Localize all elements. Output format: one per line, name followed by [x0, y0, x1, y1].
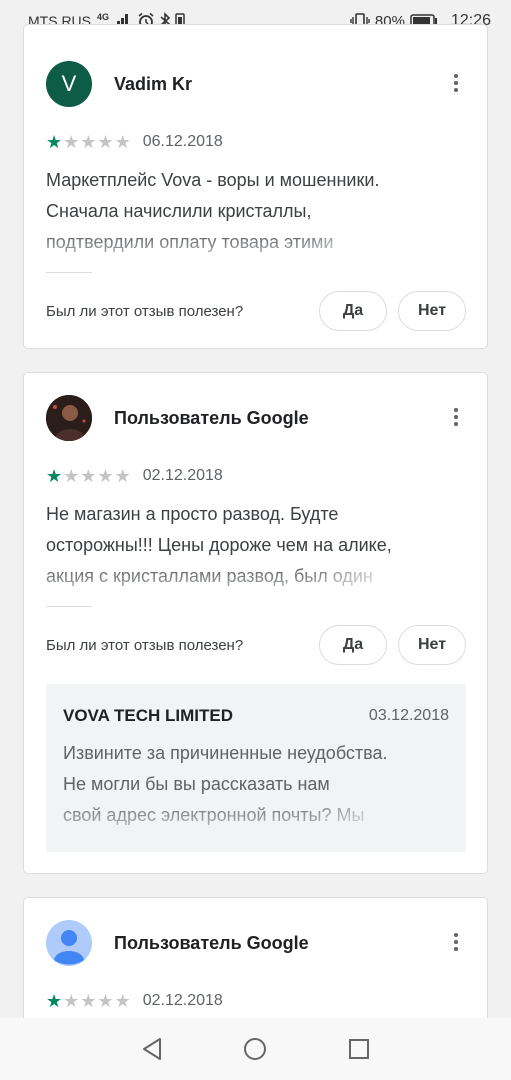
review-text-line: подтвердили оплату товара этими [46, 232, 334, 252]
default-user-icon [54, 930, 84, 965]
reply-date: 03.12.2018 [368, 707, 449, 724]
star-empty-icon: ★ [114, 991, 131, 1011]
star-empty-icon: ★ [80, 466, 97, 486]
rating-row: ★ ★ ★ ★ ★ 02.12.2018 [46, 992, 223, 1010]
user-photo-icon [46, 395, 92, 441]
star-rating: ★ ★ ★ ★ ★ [46, 133, 131, 151]
developer-name: VOVA TECH LIMITED [63, 706, 233, 725]
star-empty-icon: ★ [114, 132, 131, 152]
star-empty-icon: ★ [97, 466, 114, 486]
star-empty-icon: ★ [97, 132, 114, 152]
review-text[interactable]: Не магазин а просто развод. Будте осторо… [46, 499, 416, 592]
review-header: Пользователь Google [46, 395, 309, 441]
divider [46, 272, 92, 273]
helpful-no-button[interactable]: Нет [398, 625, 466, 665]
reply-text[interactable]: Извините за причиненные неудобства. Не м… [63, 738, 413, 831]
star-empty-icon: ★ [63, 132, 80, 152]
back-icon [142, 1038, 161, 1060]
star-empty-icon: ★ [63, 466, 80, 486]
star-rating: ★ ★ ★ ★ ★ [46, 992, 131, 1010]
star-empty-icon: ★ [80, 132, 97, 152]
review-date: 06.12.2018 [142, 133, 223, 150]
rating-row: ★ ★ ★ ★ ★ 06.12.2018 [46, 133, 223, 151]
helpful-yes-button[interactable]: Да [319, 625, 387, 665]
review-text[interactable]: Маркетплейс Vova - воры и мошенники. Сна… [46, 165, 406, 258]
review-text-line: Сначала начислили кристаллы, [46, 201, 312, 221]
rating-row: ★ ★ ★ ★ ★ 02.12.2018 [46, 467, 223, 485]
star-empty-icon: ★ [63, 991, 80, 1011]
avatar [46, 395, 92, 441]
more-options-icon[interactable] [451, 408, 461, 426]
reviewer-name: Пользователь Google [114, 932, 309, 953]
helpful-question: Был ли этот отзыв полезен? [46, 637, 244, 654]
helpful-no-button[interactable]: Нет [398, 291, 466, 331]
avatar [46, 920, 92, 966]
home-button[interactable] [235, 1029, 275, 1069]
more-options-icon[interactable] [451, 74, 461, 92]
more-options-icon[interactable] [451, 933, 461, 951]
review-text-line: акция с кристаллами развод, был один [46, 566, 373, 586]
reply-text-line: Извините за причиненные неудобства. [63, 743, 388, 763]
recents-icon [349, 1039, 370, 1059]
star-filled-icon: ★ [46, 132, 63, 152]
review-card: Пользователь Google ★ ★ ★ ★ ★ 02.12.2018… [23, 372, 488, 874]
review-header: Пользователь Google [46, 920, 309, 966]
helpful-yes-button[interactable]: Да [319, 291, 387, 331]
star-empty-icon: ★ [80, 991, 97, 1011]
helpful-question: Был ли этот отзыв полезен? [46, 303, 244, 320]
reviewer-name: Пользователь Google [114, 407, 309, 428]
review-text-line: Маркетплейс Vova - воры и мошенники. [46, 170, 380, 190]
reviewer-name: Vadim Kr [114, 73, 193, 94]
developer-reply: VOVA TECH LIMITED 03.12.2018 Извините за… [46, 684, 466, 852]
review-date: 02.12.2018 [142, 992, 223, 1009]
recents-button[interactable] [339, 1029, 379, 1069]
back-button[interactable] [132, 1029, 172, 1069]
star-empty-icon: ★ [97, 991, 114, 1011]
home-icon [244, 1038, 267, 1060]
reply-text-line: свой адрес электронной почты? Мы [63, 805, 365, 825]
review-date: 02.12.2018 [142, 467, 223, 484]
star-empty-icon: ★ [114, 466, 131, 486]
navigation-bar [0, 1018, 511, 1080]
avatar-letter: V [61, 71, 77, 96]
star-filled-icon: ★ [46, 466, 63, 486]
star-rating: ★ ★ ★ ★ ★ [46, 467, 131, 485]
review-text-line: осторожны!!! Цены дороже чем на алике, [46, 535, 392, 555]
star-filled-icon: ★ [46, 991, 63, 1011]
review-card: V Vadim Kr ★ ★ ★ ★ ★ 06.12.2018 Маркетпл… [23, 24, 488, 349]
avatar: V [46, 61, 92, 107]
network-type: 4G [97, 12, 110, 22]
reply-text-line: Не могли бы вы рассказать нам [63, 774, 330, 794]
review-text-line: Не магазин а просто развод. Будте [46, 504, 339, 524]
review-header: V Vadim Kr [46, 61, 192, 107]
divider [46, 606, 92, 607]
